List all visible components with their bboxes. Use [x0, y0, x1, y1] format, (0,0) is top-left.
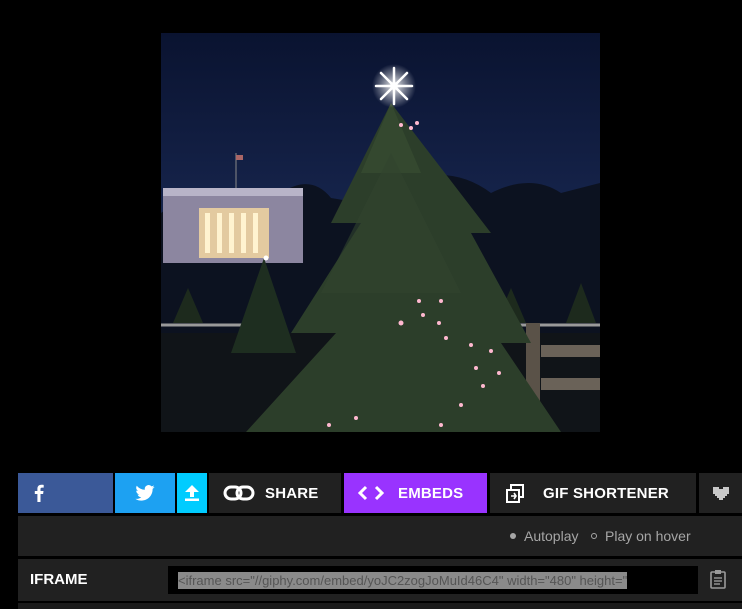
embed-options-bar: Autoplay Play on hover [18, 516, 742, 556]
play-on-hover-label: Play on hover [605, 528, 691, 544]
heart-icon [711, 485, 731, 502]
upload-icon [185, 485, 199, 501]
gif-image [161, 33, 600, 432]
shortener-icon [506, 483, 525, 503]
iframe-code-text: <iframe src="//giphy.com/embed/yoJC2zogJ… [178, 571, 628, 589]
autoplay-label: Autoplay [524, 528, 579, 544]
share-button[interactable]: SHARE [209, 473, 341, 513]
play-on-hover-option[interactable]: Play on hover [591, 528, 691, 544]
next-row-edge [18, 603, 742, 609]
hover-radio-icon [591, 533, 597, 539]
iframe-embed-row: IFRAME <iframe src="//giphy.com/embed/yo… [18, 559, 742, 601]
autoplay-option[interactable]: Autoplay [510, 528, 578, 544]
favorite-button[interactable] [699, 473, 742, 513]
link-icon [223, 485, 255, 501]
code-icon [358, 485, 384, 501]
iframe-label: IFRAME [30, 571, 88, 588]
gif-shortener-label: GIF SHORTENER [543, 484, 669, 502]
share-label: SHARE [265, 484, 319, 502]
tree-star [372, 64, 416, 108]
christmas-tree-scene [161, 33, 600, 432]
facebook-icon [34, 484, 44, 502]
embeds-button[interactable]: EMBEDS [344, 473, 487, 513]
clipboard-icon[interactable] [710, 569, 726, 594]
autoplay-radio-icon [510, 533, 516, 539]
share-toolbar: SHARE EMBEDS GIF SHORTENER [18, 473, 742, 513]
twitter-icon [135, 485, 155, 501]
upload-button[interactable] [177, 473, 207, 513]
embeds-label: EMBEDS [398, 484, 464, 502]
gif-shortener-button[interactable]: GIF SHORTENER [490, 473, 696, 513]
iframe-code-field[interactable]: <iframe src="//giphy.com/embed/yoJC2zogJ… [168, 566, 698, 594]
twitter-share-button[interactable] [115, 473, 175, 513]
facebook-share-button[interactable] [18, 473, 113, 513]
